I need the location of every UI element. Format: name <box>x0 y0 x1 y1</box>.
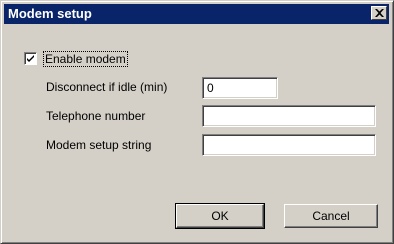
disconnect-idle-input[interactable] <box>202 77 278 99</box>
dialog-title: Modem setup <box>8 6 92 21</box>
modem-setup-string-label: Modem setup string <box>46 138 152 152</box>
telephone-number-input[interactable] <box>202 105 376 127</box>
close-x-icon <box>375 9 384 17</box>
checkmark-icon <box>27 55 34 62</box>
ok-button[interactable]: OK <box>175 203 265 229</box>
modem-setup-dialog: Modem setup Enable modem Disconnect if i… <box>0 0 394 244</box>
enable-modem-label[interactable]: Enable modem <box>43 51 128 67</box>
modem-setup-string-input[interactable] <box>202 134 376 156</box>
enable-modem-checkbox[interactable] <box>24 52 37 65</box>
title-bar[interactable]: Modem setup <box>4 4 389 24</box>
disconnect-idle-label: Disconnect if idle (min) <box>46 80 168 94</box>
telephone-number-label: Telephone number <box>46 109 146 123</box>
cancel-button[interactable]: Cancel <box>284 204 378 228</box>
close-button[interactable] <box>371 6 387 20</box>
